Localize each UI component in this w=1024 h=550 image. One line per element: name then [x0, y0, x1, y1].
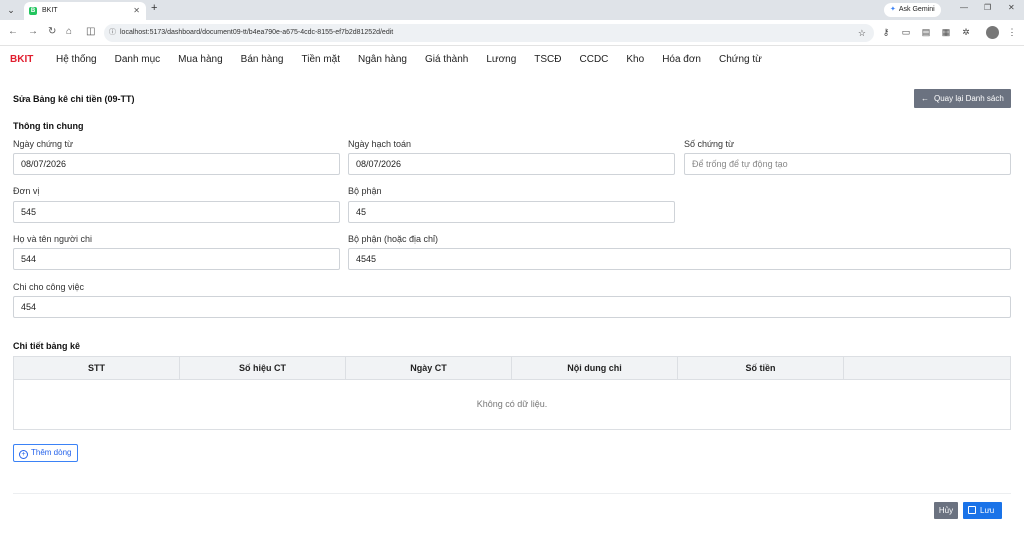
menu-item-hoa-don[interactable]: Hóa đơn: [662, 54, 701, 65]
profile-avatar[interactable]: [986, 26, 999, 39]
posting-date-label: Ngày hạch toán: [348, 139, 412, 149]
posting-date-field[interactable]: 08/07/2026: [348, 153, 675, 175]
floppy-disk-icon: [968, 506, 976, 514]
add-row-label: Thêm dòng: [31, 448, 72, 457]
back-arrow-icon[interactable]: ←: [8, 26, 18, 37]
reading-mode-icon[interactable]: ▤: [920, 27, 932, 39]
minimize-icon[interactable]: —: [960, 3, 968, 12]
menu-item-ngan-hang[interactable]: Ngân hàng: [358, 54, 407, 65]
save-label: Lưu: [980, 506, 995, 515]
browser-tab-bar: ⌄ B BKIT ✕ + ✦ Ask Gemini — ❐ ✕: [0, 0, 1024, 20]
department-field[interactable]: 45: [348, 201, 675, 223]
tab-title: BKIT: [42, 7, 58, 14]
gemini-sparkle-icon: ✦: [890, 6, 896, 13]
empty-state-text: Không có dữ liệu.: [476, 399, 548, 409]
doc-date-label: Ngày chứng từ: [13, 139, 74, 149]
new-tab-icon[interactable]: +: [151, 2, 157, 14]
column-header-actions: [844, 357, 1010, 379]
payer-name-label: Họ và tên người chi: [13, 234, 92, 244]
table-header-row: STT Số hiệu CT Ngày CT Nội dung chi Số t…: [14, 357, 1010, 380]
purpose-label: Chi cho công việc: [13, 282, 85, 292]
doc-number-field[interactable]: Để trống để tự động tạo: [684, 153, 1011, 175]
ask-gemini-button[interactable]: ✦ Ask Gemini: [884, 3, 941, 17]
unit-label: Đơn vị: [13, 186, 40, 196]
extensions-puzzle-icon[interactable]: ✲: [960, 27, 972, 39]
doc-number-label: Số chứng từ: [684, 139, 735, 149]
unit-field[interactable]: 545: [13, 201, 340, 223]
column-header-ngay-ct: Ngày CT: [346, 357, 512, 379]
column-header-so-tien: Số tiền: [678, 357, 844, 379]
bookmark-star-icon[interactable]: ☆: [858, 24, 866, 42]
column-header-so-hieu-ct: Số hiệu CT: [180, 357, 346, 379]
doc-date-field[interactable]: 08/07/2026: [13, 153, 340, 175]
arrow-left-icon: ←: [921, 94, 929, 103]
forward-arrow-icon[interactable]: →: [28, 26, 38, 37]
tab-close-icon[interactable]: ✕: [133, 2, 140, 20]
menu-item-ccdc[interactable]: CCDC: [580, 54, 609, 65]
extension-sheet-icon[interactable]: ▦: [940, 27, 952, 39]
payer-department-field[interactable]: 4545: [348, 248, 1011, 270]
app-navbar: BKIT Hệ thống Danh mục Mua hàng Bán hàng…: [0, 46, 1024, 76]
details-heading: Chi tiết bảng kê: [13, 341, 81, 351]
reload-icon[interactable]: ↻: [48, 26, 56, 37]
menu-item-ban-hang[interactable]: Bán hàng: [241, 54, 284, 65]
purpose-field[interactable]: 454: [13, 296, 1011, 318]
details-table: STT Số hiệu CT Ngày CT Nội dung chi Số t…: [13, 356, 1011, 430]
menu-item-kho[interactable]: Kho: [626, 54, 644, 65]
menu-item-tscd[interactable]: TSCĐ: [534, 54, 561, 65]
general-info-heading: Thông tin chung: [13, 121, 84, 131]
menu-item-tien-mat[interactable]: Tiền mặt: [301, 54, 340, 65]
split-view-icon[interactable]: ◫: [86, 26, 95, 37]
main-menu: Hệ thống Danh mục Mua hàng Bán hàng Tiền…: [56, 54, 780, 65]
brand-logo[interactable]: BKIT: [10, 54, 33, 65]
home-icon[interactable]: ⌂: [66, 26, 72, 37]
browser-menu-icon[interactable]: ⋮: [1006, 27, 1018, 39]
payment-card-icon[interactable]: ▭: [900, 27, 912, 39]
menu-item-chung-tu[interactable]: Chứng từ: [719, 54, 762, 65]
app-favicon-icon: B: [29, 7, 37, 15]
site-info-icon[interactable]: ⓘ: [109, 24, 116, 42]
save-button[interactable]: Lưu: [963, 502, 1002, 519]
browser-tab[interactable]: B BKIT ✕: [24, 2, 146, 20]
menu-item-mua-hang[interactable]: Mua hàng: [178, 54, 222, 65]
plus-circle-icon: +: [19, 450, 28, 459]
payer-department-label: Bộ phận (hoặc địa chỉ): [348, 234, 439, 244]
back-to-list-label: Quay lại Danh sách: [934, 94, 1004, 103]
department-label: Bộ phận: [348, 186, 382, 196]
footer-divider: [13, 493, 1011, 494]
add-row-button[interactable]: + Thêm dòng: [13, 444, 78, 462]
tab-search-icon[interactable]: ⌄: [4, 3, 18, 17]
password-key-icon[interactable]: ⚷: [880, 27, 892, 39]
page-title: Sửa Bảng kê chi tiền (09-TT): [13, 94, 135, 104]
window-close-icon[interactable]: ✕: [1008, 3, 1015, 12]
column-header-stt: STT: [14, 357, 180, 379]
menu-item-gia-thanh[interactable]: Giá thành: [425, 54, 468, 65]
back-to-list-button[interactable]: ← Quay lại Danh sách: [914, 89, 1011, 108]
browser-address-bar: ← → ↻ ⌂ ◫ ⓘ localhost:5173/dashboard/doc…: [0, 20, 1024, 46]
cancel-button[interactable]: Hủy: [934, 502, 958, 519]
menu-item-luong[interactable]: Lương: [486, 54, 516, 65]
column-header-noi-dung-chi: Nội dung chi: [512, 357, 678, 379]
payer-name-field[interactable]: 544: [13, 248, 340, 270]
restore-icon[interactable]: ❐: [984, 3, 991, 12]
menu-item-he-thong[interactable]: Hệ thống: [56, 54, 97, 65]
ask-gemini-label: Ask Gemini: [898, 6, 935, 13]
url-text: localhost:5173/dashboard/document09-tt/b…: [120, 29, 394, 36]
url-field[interactable]: ⓘ localhost:5173/dashboard/document09-tt…: [104, 24, 874, 42]
menu-item-danh-muc[interactable]: Danh mục: [115, 54, 161, 65]
